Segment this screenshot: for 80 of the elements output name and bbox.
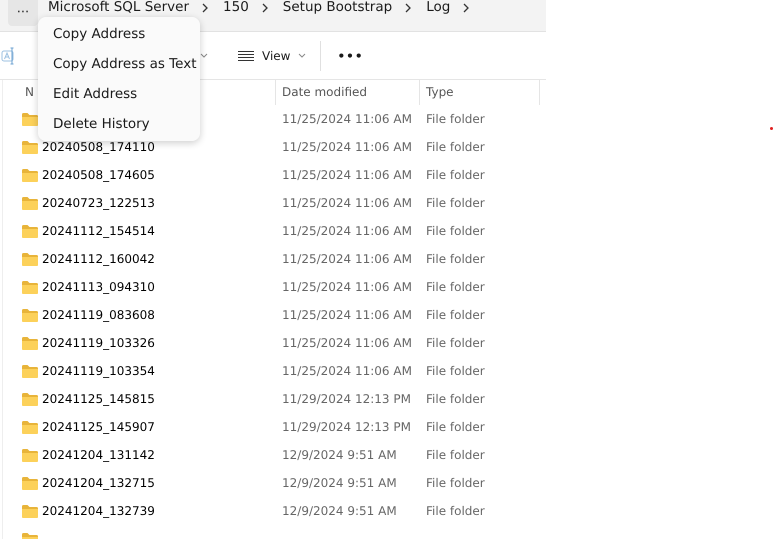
folder-icon bbox=[22, 476, 38, 490]
type-cell: File folder bbox=[426, 504, 485, 518]
file-name[interactable]: 20241119_103326 bbox=[42, 336, 155, 350]
date-cell: 11/25/2024 11:06 AM bbox=[282, 224, 412, 238]
chevron-down-icon[interactable] bbox=[200, 52, 208, 58]
file-name[interactable]: 20240508_174110 bbox=[42, 140, 155, 154]
file-name[interactable]: 20241204_131142 bbox=[42, 448, 155, 462]
folder-icon bbox=[22, 308, 38, 322]
date-cell: 11/25/2024 11:06 AM bbox=[282, 168, 412, 182]
folder-icon bbox=[22, 504, 38, 518]
type-cell: File folder bbox=[426, 448, 485, 462]
file-name[interactable]: 20241125_145815 bbox=[42, 392, 155, 406]
date-cell: 11/25/2024 11:06 AM bbox=[282, 252, 412, 266]
column-header[interactable]: Type bbox=[420, 80, 540, 105]
type-cell: File folder bbox=[426, 252, 485, 266]
dot-mark bbox=[770, 127, 773, 130]
chevron-icon[interactable] bbox=[201, 2, 210, 14]
folder-icon bbox=[22, 112, 38, 126]
type-cell: File folder bbox=[426, 476, 485, 490]
type-cell: File folder bbox=[426, 364, 485, 378]
folder-icon bbox=[22, 140, 38, 154]
chevron-icon[interactable] bbox=[404, 2, 412, 14]
file-name[interactable]: 20241113_094310 bbox=[42, 280, 155, 294]
chevron-icon[interactable] bbox=[260, 2, 269, 14]
type-cell: File folder bbox=[426, 140, 485, 154]
folder-icon bbox=[22, 364, 38, 378]
folder-icon bbox=[22, 336, 38, 350]
breadcrumb[interactable]: 150 bbox=[223, 0, 249, 15]
menu-item[interactable]: Copy Address as Text bbox=[38, 49, 200, 79]
folder-icon bbox=[22, 392, 38, 406]
date-cell: 11/25/2024 11:06 AM bbox=[282, 140, 412, 154]
file-name[interactable]: 20241119_083608 bbox=[42, 308, 155, 322]
folder-icon bbox=[22, 420, 38, 434]
type-cell: File folder bbox=[426, 196, 485, 210]
date-cell: 11/29/2024 12:13 PM bbox=[282, 420, 411, 434]
folder-icon bbox=[22, 448, 38, 462]
more-button[interactable]: ••• bbox=[337, 48, 364, 62]
type-cell: File folder bbox=[426, 336, 485, 350]
folder-icon bbox=[22, 280, 38, 294]
type-cell: File folder bbox=[426, 224, 485, 238]
breadcrumb[interactable]: Log bbox=[426, 0, 450, 15]
chevron-icon[interactable] bbox=[462, 2, 470, 14]
chevron-down-icon bbox=[298, 52, 306, 58]
type-cell: File folder bbox=[426, 308, 485, 322]
file-name[interactable]: 20240508_174605 bbox=[42, 168, 155, 182]
date-cell: 11/25/2024 11:06 AM bbox=[282, 336, 412, 350]
folder-icon bbox=[22, 196, 38, 210]
view-button[interactable]: View bbox=[232, 40, 312, 70]
type-cell: File folder bbox=[426, 392, 485, 406]
menu-item[interactable]: Copy Address bbox=[38, 19, 200, 49]
date-cell: 11/25/2024 11:06 AM bbox=[282, 308, 412, 322]
date-cell: 11/25/2024 11:06 AM bbox=[282, 112, 412, 126]
date-cell: 11/25/2024 11:06 AM bbox=[282, 280, 412, 294]
date-cell: 12/9/2024 9:51 AM bbox=[282, 448, 397, 462]
folder-icon bbox=[22, 252, 38, 266]
type-cell: File folder bbox=[426, 168, 485, 182]
folder-icon bbox=[22, 224, 38, 238]
file-name[interactable]: 20240723_122513 bbox=[42, 196, 155, 210]
type-cell: File folder bbox=[426, 112, 485, 126]
file-name[interactable]: 20241112_154514 bbox=[42, 224, 155, 238]
list-icon bbox=[238, 50, 254, 60]
menu-item[interactable]: Delete History bbox=[38, 109, 200, 139]
date-cell: 11/25/2024 11:06 AM bbox=[282, 196, 412, 210]
breadcrumb[interactable]: Setup Bootstrap bbox=[282, 0, 392, 15]
file-name[interactable]: 20241204_132739 bbox=[42, 504, 155, 518]
overflow-button[interactable]: ··· bbox=[8, 0, 38, 26]
menu-item[interactable]: Edit Address bbox=[38, 79, 200, 109]
type-cell: File folder bbox=[426, 420, 485, 434]
file-name[interactable]: 20241204_132715 bbox=[42, 476, 155, 490]
type-cell: File folder bbox=[426, 280, 485, 294]
date-cell: 12/9/2024 9:51 AM bbox=[282, 504, 397, 518]
date-cell: 12/9/2024 9:51 AM bbox=[282, 476, 397, 490]
file-name[interactable]: 20241125_145907 bbox=[42, 420, 155, 434]
file-name[interactable]: 20241112_160042 bbox=[42, 252, 155, 266]
date-cell: 11/25/2024 11:06 AM bbox=[282, 364, 412, 378]
column-header[interactable]: Date modified bbox=[276, 80, 420, 105]
folder-icon bbox=[22, 168, 38, 182]
breadcrumb[interactable]: Microsoft SQL Server bbox=[48, 0, 190, 15]
date-cell: 11/29/2024 12:13 PM bbox=[282, 392, 411, 406]
file-name[interactable]: 20241119_103354 bbox=[42, 364, 155, 378]
